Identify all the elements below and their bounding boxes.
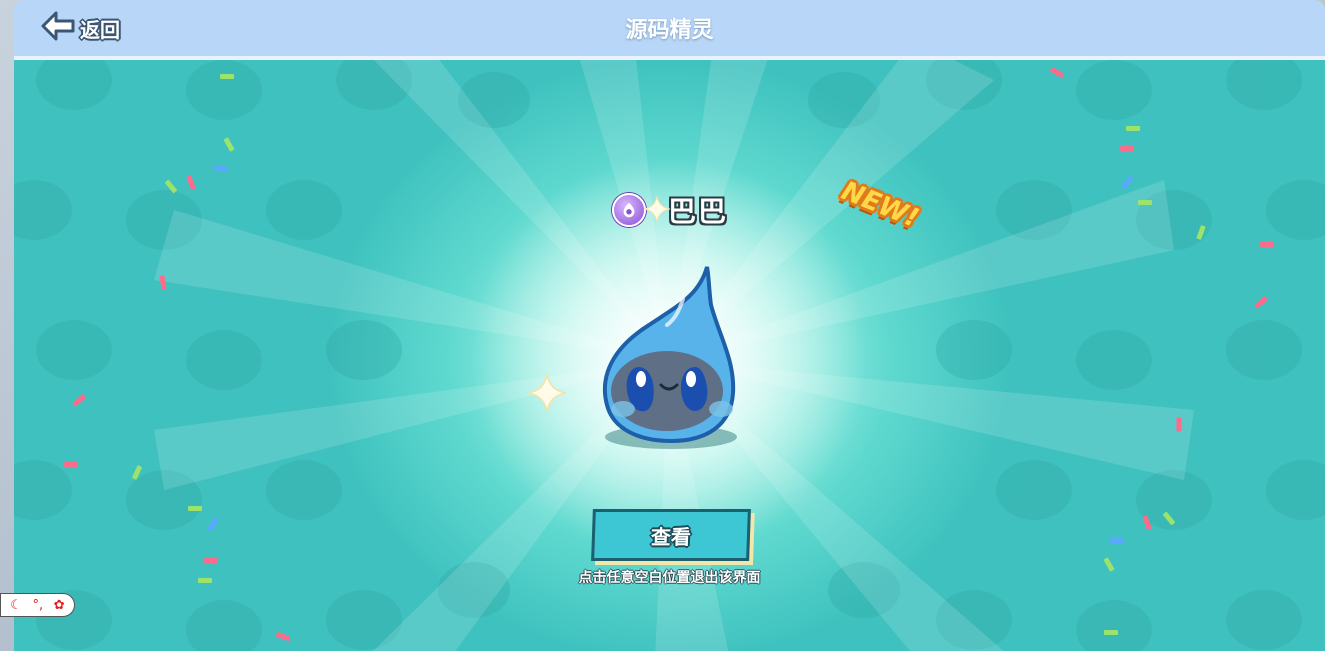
- confetti: [1120, 146, 1134, 151]
- confetti: [220, 74, 234, 79]
- gear-icon[interactable]: ✿: [54, 599, 65, 612]
- confetti: [204, 558, 218, 563]
- confetti: [188, 506, 202, 511]
- floating-toolbar[interactable]: ☾ °, ✿: [0, 593, 75, 617]
- view-button[interactable]: 查看: [591, 509, 751, 561]
- water-drop-creature: [602, 266, 737, 449]
- sparkle-icon: [528, 374, 566, 412]
- confetti: [64, 462, 78, 467]
- confetti: [1110, 538, 1124, 543]
- top-bar: 返回 源码精灵: [14, 0, 1325, 60]
- pet-name-row: 巴巴: [612, 192, 728, 228]
- rarity-badge-icon: [612, 193, 646, 227]
- confetti: [1126, 126, 1140, 131]
- sparkle-icon: [644, 195, 670, 223]
- view-button-label: 查看: [650, 524, 692, 549]
- page-title: 源码精灵: [625, 18, 714, 43]
- confetti: [1138, 200, 1152, 205]
- game-window: 返回 源码精灵 巴巴 NEW! 查看 点击任意空白位置退出该界面: [14, 0, 1325, 651]
- reveal-stage[interactable]: 巴巴 NEW! 查看 点击任意空白位置退出该界面: [14, 60, 1325, 651]
- dots-icon[interactable]: °,: [33, 599, 44, 612]
- confetti: [1104, 630, 1118, 635]
- confetti: [1176, 417, 1182, 432]
- moon-icon[interactable]: ☾: [10, 599, 22, 612]
- exit-hint: 点击任意空白位置退出该界面: [578, 570, 761, 586]
- confetti: [1260, 242, 1274, 247]
- pet-name: 巴巴: [668, 195, 729, 228]
